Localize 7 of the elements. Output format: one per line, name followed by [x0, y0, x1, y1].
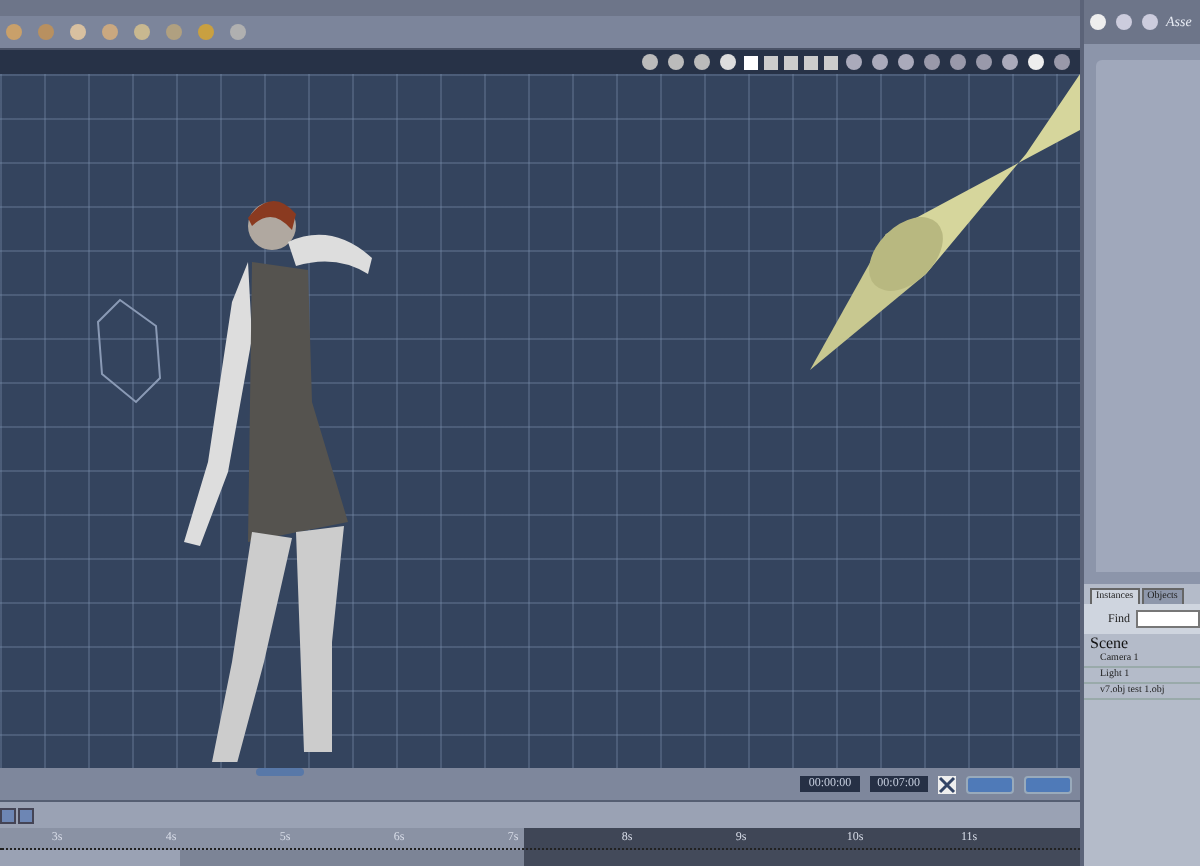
3d-viewport[interactable]: [0, 74, 1080, 768]
hexagon-drawing: [96, 298, 164, 406]
scrubber-handle[interactable]: [256, 768, 304, 776]
close-icon[interactable]: [938, 775, 956, 793]
tree-item[interactable]: Scene: [1084, 634, 1200, 652]
find-field[interactable]: [1136, 610, 1200, 628]
timeline-track[interactable]: [0, 850, 1080, 866]
